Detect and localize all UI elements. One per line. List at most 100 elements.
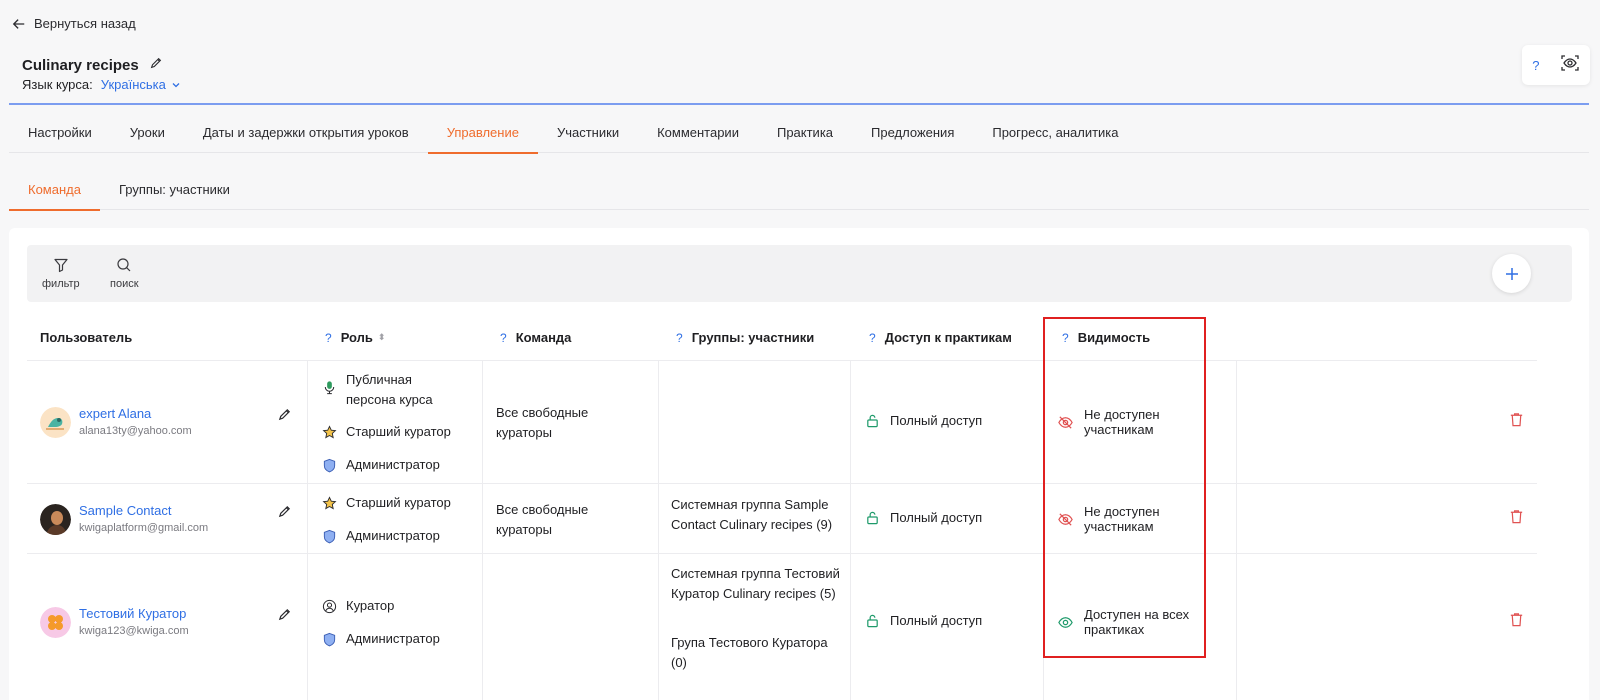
sub-tabs: Команда Группы: участники [9,171,1589,211]
col-groups: ? Группы: участники [676,330,815,345]
shield-icon [323,458,336,472]
role-item: Куратор [322,596,394,616]
tab-lessons[interactable]: Уроки [111,114,184,153]
course-title-block: Culinary recipes [22,56,163,74]
language-value: Українська [100,77,166,92]
row-divider [27,360,1537,361]
user-email: kwigaplatform@gmail.com [79,522,209,534]
add-member-button[interactable] [1492,254,1531,293]
language-select[interactable]: Українська [101,77,181,92]
table-row-user: Sample Contact kwigaplatform@gmail.com [40,503,208,535]
group-cell: Група Тестового Куратора (0) [671,635,828,670]
back-label: Вернуться назад [34,16,136,31]
unlock-icon [867,414,878,428]
avatar-illustration-icon [40,406,71,438]
col-divider [307,361,308,700]
subtab-groups[interactable]: Группы: участники [100,171,249,210]
page-title: Culinary recipes [22,56,139,74]
col-divider [1236,361,1237,700]
help-icon[interactable]: ? [500,331,507,345]
role-item: Публичная персона курса [322,370,461,410]
col-divider [850,361,851,700]
access-cell: Полный доступ [865,510,982,525]
edit-user-button[interactable] [277,504,292,524]
edit-user-button[interactable] [277,407,292,427]
edit-title-button[interactable] [149,56,163,74]
tab-offers[interactable]: Предложения [852,114,973,153]
course-language: Язык курса: Українська [22,77,181,92]
access-cell: Полный доступ [865,413,982,428]
col-divider [482,361,483,700]
tab-dates[interactable]: Даты и задержки открытия уроков [184,114,428,153]
delete-member-button[interactable] [1508,611,1525,633]
table-row-user: Тестовий Куратор kwiga123@kwiga.com [40,606,189,638]
help-icon[interactable]: ? [676,331,683,345]
col-user: Пользователь [40,330,133,345]
trash-icon [1510,413,1523,427]
table-toolbar [27,245,1572,302]
arrow-left-icon [12,18,25,29]
user-name-link[interactable]: expert Alana [79,406,192,422]
role-item: Администратор [322,526,440,546]
subtab-team[interactable]: Команда [9,171,100,211]
chevron-down-icon [172,82,180,87]
access-cell: Полный доступ [865,613,982,628]
avatar [40,503,71,535]
col-practice-access: ? Доступ к практикам [869,330,1012,345]
eye-scan-icon [1561,54,1579,71]
star-icon [322,495,337,509]
pencil-icon [278,408,291,421]
tab-progress[interactable]: Прогресс, аналитика [973,114,1137,153]
header-tools: ? [1522,45,1590,85]
avatar-illustration-icon [40,606,71,638]
user-name-link[interactable]: Sample Contact [79,503,208,519]
user-name-link[interactable]: Тестовий Куратор [79,606,189,622]
search-label: поиск [110,278,139,290]
shield-icon [323,529,336,543]
role-item: Администратор [322,455,440,475]
help-icon[interactable]: ? [325,331,332,345]
avatar-photo-icon [40,503,71,535]
user-email: alana13ty@yahoo.com [79,425,192,437]
row-divider [27,553,1537,554]
tab-comments[interactable]: Комментарии [638,114,758,153]
microphone-icon [324,381,335,395]
shield-icon [323,632,336,646]
filter-label: фильтр [42,278,80,290]
visibility-column-highlight [1043,317,1206,658]
help-icon[interactable]: ? [869,331,876,345]
delete-member-button[interactable] [1508,508,1525,530]
star-icon [322,424,337,438]
tab-settings[interactable]: Настройки [9,114,111,153]
team-cell: Все свободные кураторы [496,405,589,440]
tab-management[interactable]: Управление [427,114,539,154]
avatar [40,606,71,638]
group-cell: Системная группа Тестовий Куратор Culina… [671,566,840,601]
main-tabs: Настройки Уроки Даты и задержки открытия… [9,114,1589,154]
col-role[interactable]: ? Роль ⬍ [325,330,385,345]
tab-practice[interactable]: Практика [758,114,852,153]
back-link[interactable]: Вернуться назад [12,16,136,31]
trash-icon [1510,613,1523,627]
trash-icon [1510,510,1523,524]
edit-user-button[interactable] [277,607,292,627]
pencil-icon [150,57,161,69]
pencil-icon [278,505,291,518]
header-divider [9,103,1589,105]
delete-member-button[interactable] [1508,411,1525,433]
search-button[interactable]: поиск [110,257,139,290]
filter-button[interactable]: фильтр [42,257,80,290]
language-label: Язык курса: [22,77,93,92]
unlock-icon [867,614,878,628]
team-cell: Все свободные кураторы [496,502,589,537]
help-button[interactable]: ? [1532,58,1539,73]
filter-icon [54,258,68,273]
user-circle-icon [322,599,337,613]
preview-button[interactable] [1560,53,1580,78]
col-divider [658,361,659,700]
plus-icon [1505,267,1518,280]
tab-participants[interactable]: Участники [538,114,638,153]
sort-icon[interactable]: ⬍ [378,332,386,343]
row-divider [27,483,1537,484]
avatar [40,406,71,438]
